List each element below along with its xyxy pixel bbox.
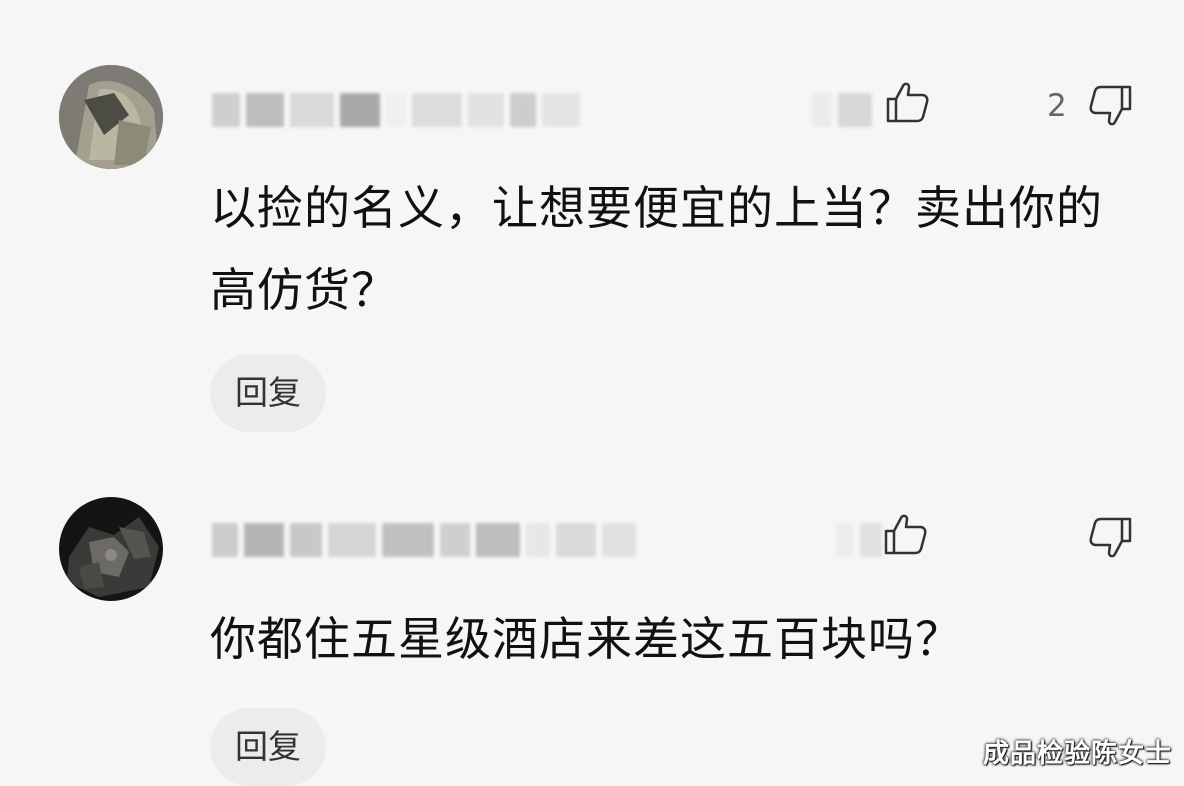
reply-button[interactable]: 回复 [210, 708, 326, 786]
dislike-button[interactable] [1086, 514, 1134, 562]
watermark: 成品检验陈女士 [982, 739, 1172, 769]
thumbs-up-icon [884, 514, 927, 555]
thumbs-down-icon [1089, 517, 1132, 558]
avatar[interactable] [59, 497, 163, 601]
timestamp-blurred [836, 520, 882, 560]
comment-item: 你都住五星级酒店来差这五百块吗？ 回复 [0, 0, 1184, 786]
username-blurred [212, 520, 636, 560]
like-button[interactable] [882, 510, 930, 558]
comment-text: 你都住五星级酒店来差这五百块吗？ [210, 612, 962, 666]
